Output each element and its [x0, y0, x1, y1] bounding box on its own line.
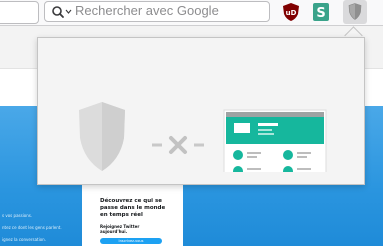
stylus-icon: S — [313, 3, 329, 21]
signup-heading: Découvrez ce qui se passe dans le monde … — [100, 198, 166, 218]
signup-subheading: Rejoignez Twitter aujourd'hui. — [100, 224, 140, 234]
shield-icon — [348, 3, 362, 20]
search-icon — [52, 6, 72, 18]
url-bar[interactable] — [0, 1, 39, 24]
stylus-label: S — [316, 6, 325, 21]
signup-card: Découvrez ce qui se passe dans le monde … — [100, 198, 166, 244]
feature-list: s vos passions. ntez ce dont les gens pa… — [2, 210, 62, 246]
shield-icon — [79, 102, 125, 171]
privacy-popup — [37, 37, 365, 185]
ublock-label: uD — [286, 9, 297, 17]
search-bar[interactable]: Rechercher avec Google — [44, 1, 270, 22]
close-icon — [169, 136, 187, 154]
browser-toolbar: Rechercher avec Google uD S — [0, 0, 383, 26]
shield-blocks-tracker-illustration — [79, 102, 327, 172]
search-placeholder: Rechercher avec Google — [75, 3, 219, 18]
ublock-origin-icon: uD — [283, 3, 299, 21]
stylus-button[interactable]: S — [310, 2, 332, 22]
list-item: ntez ce dont les gens parlent. — [2, 225, 62, 230]
list-item: ignez la conversation. — [2, 237, 46, 242]
ublock-origin-button[interactable]: uD — [280, 2, 302, 22]
list-item: s vos passions. — [2, 213, 33, 218]
privacy-shield-button[interactable] — [343, 0, 367, 24]
signup-button[interactable]: Inscrivez-vous — [100, 238, 162, 244]
webpage-icon — [223, 109, 327, 172]
blocked-connection — [152, 136, 204, 154]
